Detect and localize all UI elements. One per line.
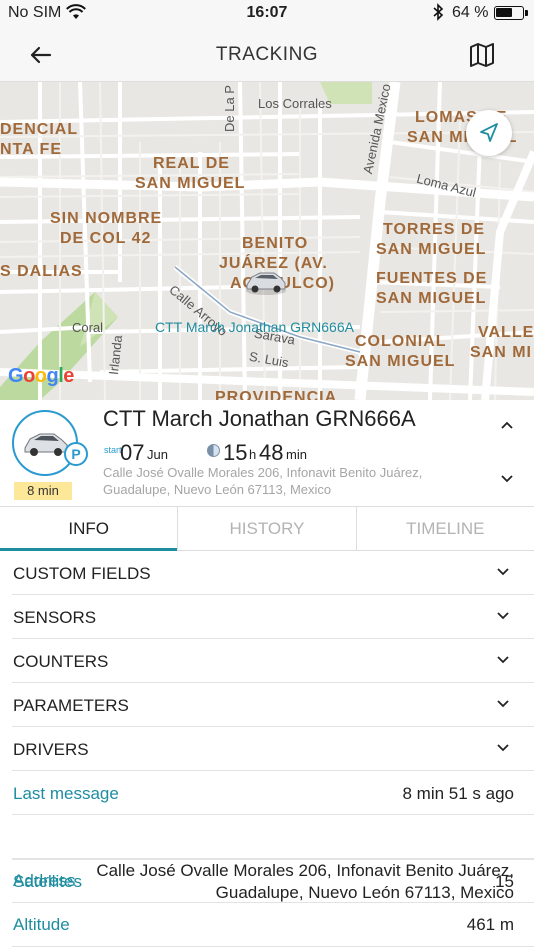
duration-hours-unit: h <box>249 447 257 462</box>
duration-minutes-unit: min <box>286 447 307 462</box>
vehicle-card[interactable]: P 8 min CTT March Jonathan GRN666A start… <box>0 400 534 506</box>
map-area-label: SAN MI <box>470 344 532 361</box>
map-area-label: SAN MIGUEL <box>376 241 487 258</box>
section-list: CUSTOM FIELDS SENSORS COUNTERS PARAMETER… <box>0 551 534 771</box>
map-icon <box>470 43 494 67</box>
duration-hours: 15 <box>223 440 248 465</box>
section-custom-fields[interactable]: CUSTOM FIELDS <box>12 551 534 595</box>
status-bar: No SIM 16:07 64 % <box>0 0 534 28</box>
map-area-label: DENCIAL <box>0 121 79 138</box>
battery-percent: 64 % <box>452 4 489 21</box>
map-area-label: REAL DE <box>153 155 230 172</box>
map-area-label: S DALIAS <box>0 263 83 280</box>
vehicle-address-line: Guadalupe, Nuevo León 67113, Mexico <box>103 482 332 497</box>
info-key: Last message <box>13 784 119 803</box>
section-label: CUSTOM FIELDS <box>13 564 151 583</box>
section-parameters[interactable]: PARAMETERS <box>12 683 534 727</box>
map-area-label: DE COL 42 <box>60 230 152 247</box>
info-list: Last message 8 min 51 s ago Address Call… <box>0 771 534 902</box>
map-street-label: Coral <box>72 320 104 335</box>
chevron-up-icon <box>501 421 513 429</box>
info-row-last-message: Last message 8 min 51 s ago <box>12 771 534 815</box>
map-area-label: BENITO <box>242 235 309 252</box>
section-label: SENSORS <box>13 608 97 627</box>
section-drivers[interactable]: DRIVERS <box>12 727 534 771</box>
chevron-down-icon <box>497 744 509 752</box>
locate-icon <box>480 123 498 142</box>
info-key: Satellites <box>13 872 82 891</box>
car-icon <box>24 433 68 456</box>
locate-button[interactable] <box>466 110 512 156</box>
tab-info[interactable]: INFO <box>0 507 178 551</box>
map-button[interactable] <box>466 41 498 69</box>
battery-icon <box>494 6 528 20</box>
start-month: Jun <box>147 447 168 462</box>
chevron-down-icon <box>501 475 513 483</box>
map-area-label: FUENTES DE <box>376 270 488 287</box>
info-list-bottom: Satellites 15 Altitude 461 m <box>0 859 534 947</box>
vehicle-address: Calle José Ovalle Morales 206, Infonavit… <box>103 464 473 498</box>
collapse-button[interactable] <box>498 418 516 432</box>
bluetooth-icon <box>432 3 444 26</box>
nav-bar: TRACKING <box>0 28 534 82</box>
info-value: 15 <box>495 872 514 891</box>
map-area-label: COLONIAL <box>355 333 447 350</box>
vehicle-name: CTT March Jonathan GRN666A <box>103 406 416 431</box>
info-value: 8 min 51 s ago <box>402 784 514 803</box>
vehicle-avatar <box>12 410 78 476</box>
chevron-down-icon <box>497 612 509 620</box>
map-area-label: SAN MIGUEL <box>345 353 456 370</box>
section-label: PARAMETERS <box>13 696 129 715</box>
map-street-label: Los Corrales <box>258 96 332 111</box>
section-label: DRIVERS <box>13 740 89 759</box>
map-area-label: PROVIDENCIA <box>215 389 338 400</box>
info-row-address: Address Calle José Ovalle Morales 206, I… <box>12 815 534 902</box>
map-area-label: SAN MIGUEL <box>135 175 246 192</box>
map-vehicle-label: CTT March Jonathan GRN666A <box>155 319 354 335</box>
map-area-label: SIN NOMBRE <box>50 210 163 227</box>
google-logo: Google <box>8 365 74 387</box>
start-day: 07 <box>120 440 145 465</box>
parking-icon: P <box>64 442 88 466</box>
map-area-label: SAN MIGUEL <box>376 290 487 307</box>
info-key: Altitude <box>13 915 70 934</box>
car-icon <box>246 272 286 295</box>
map-area-label: VALLE <box>478 324 534 341</box>
map-area-label: NTA FE <box>0 141 62 158</box>
tab-timeline[interactable]: TIMELINE <box>355 507 534 550</box>
section-sensors[interactable]: SENSORS <box>12 595 534 639</box>
map-street-label: De La P <box>222 85 237 132</box>
map-area-label: TORRES DE <box>383 221 486 238</box>
chevron-down-icon <box>497 568 509 576</box>
duration-icon <box>207 444 220 457</box>
chevron-down-icon <box>497 700 509 708</box>
chevron-down-icon <box>497 656 509 664</box>
tab-history[interactable]: HISTORY <box>177 507 355 550</box>
info-value: 461 m <box>466 915 514 934</box>
duration-minutes: 48 <box>259 440 284 465</box>
section-label: COUNTERS <box>13 652 109 671</box>
section-counters[interactable]: COUNTERS <box>12 639 534 683</box>
info-row-satellites: Satellites 15 <box>12 859 534 903</box>
start-label: start <box>104 445 122 455</box>
map-view[interactable]: DENCIAL NTA FE REAL DE SAN MIGUEL SIN NO… <box>0 82 534 400</box>
vehicle-marker[interactable] <box>244 267 288 297</box>
info-row-altitude: Altitude 461 m <box>12 903 534 947</box>
last-update-badge: 8 min <box>14 482 72 500</box>
page-title: TRACKING <box>215 44 319 65</box>
vehicle-address-line: Calle José Ovalle Morales 206, Infonavit… <box>103 465 423 480</box>
expand-button[interactable] <box>498 472 516 486</box>
tab-bar: INFO HISTORY TIMELINE <box>0 506 534 551</box>
